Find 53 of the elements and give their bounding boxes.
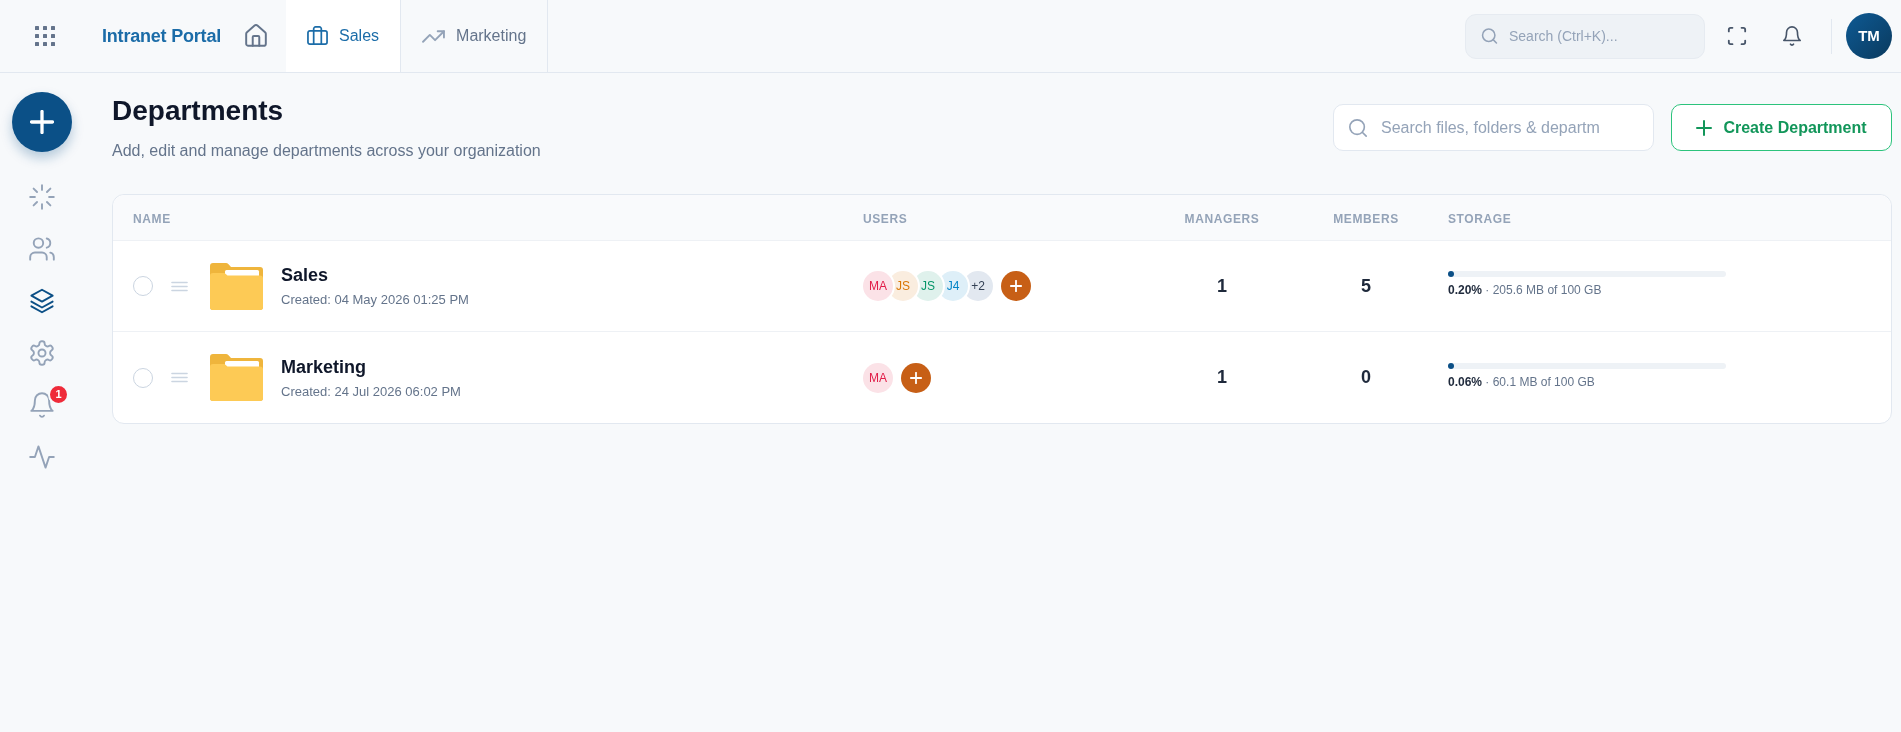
column-header: USERS xyxy=(863,211,908,226)
create-department-button[interactable]: Create Department xyxy=(1671,104,1892,151)
nav-tab[interactable]: Marketing xyxy=(401,0,549,72)
plus-icon xyxy=(30,110,54,134)
column-header: STORAGE xyxy=(1448,211,1512,226)
user-initials-avatar: MA xyxy=(863,271,893,301)
plus-icon xyxy=(1010,280,1022,292)
page-title: Departments xyxy=(112,94,285,128)
column-header: NAME xyxy=(133,211,171,226)
folder-icon xyxy=(210,262,263,310)
user-initials-avatar: MA xyxy=(863,362,893,393)
plus-icon xyxy=(910,371,922,384)
managers-count: 1 xyxy=(1217,367,1227,387)
column-header: MEMBERS xyxy=(1333,211,1399,226)
row-select-radio[interactable] xyxy=(133,367,153,388)
brand-title: Intranet Portal xyxy=(102,24,222,48)
members-count: 5 xyxy=(1361,275,1371,296)
column-header: MANAGERS xyxy=(1184,211,1260,226)
search-field[interactable]: Search files, folders & departm xyxy=(1333,104,1654,151)
notification-badge: 1 xyxy=(48,384,69,405)
user-avatar[interactable]: TM xyxy=(1846,13,1892,59)
members-count: 0 xyxy=(1361,367,1371,387)
briefcase-icon xyxy=(307,25,329,47)
fullscreen-icon xyxy=(1727,26,1747,46)
department-name: Marketing xyxy=(281,355,368,378)
home-icon xyxy=(244,24,269,48)
department-name: Sales xyxy=(281,264,330,286)
search-field[interactable]: Search (Ctrl+K)... xyxy=(1465,13,1705,59)
add-user-button[interactable] xyxy=(901,362,931,393)
folder-icon xyxy=(210,354,263,401)
page-subtitle: Add, edit and manage departments across your organization xyxy=(112,141,541,161)
add-user-button[interactable] xyxy=(1001,271,1031,301)
storage-usage-text: 0.06% · 60.1 MB of 100 GB xyxy=(1448,374,1595,389)
grid-icon xyxy=(35,26,55,46)
drag-handle-icon xyxy=(171,372,188,383)
settings-icon xyxy=(29,340,55,366)
nav-tab[interactable]: Sales xyxy=(286,0,402,72)
search-icon xyxy=(1481,27,1498,45)
plus-icon xyxy=(1696,119,1713,136)
row-select-radio[interactable] xyxy=(133,276,153,296)
storage-usage-text: 0.20% · 205.6 MB of 100 GB xyxy=(1448,283,1602,297)
bell-icon xyxy=(1782,26,1802,46)
created-date: Created: 24 Jul 2026 06:02 PM xyxy=(281,383,461,400)
users-icon xyxy=(29,236,55,262)
drag-handle-icon xyxy=(171,280,188,292)
pulse-line-icon xyxy=(29,444,55,470)
search-icon xyxy=(1348,117,1368,138)
managers-count: 1 xyxy=(1217,275,1227,296)
created-date: Created: 04 May 2026 01:25 PM xyxy=(281,292,469,308)
bell-icon xyxy=(29,392,55,418)
loader-icon xyxy=(29,184,55,210)
layers-icon xyxy=(29,288,55,314)
add-button[interactable] xyxy=(12,92,72,152)
